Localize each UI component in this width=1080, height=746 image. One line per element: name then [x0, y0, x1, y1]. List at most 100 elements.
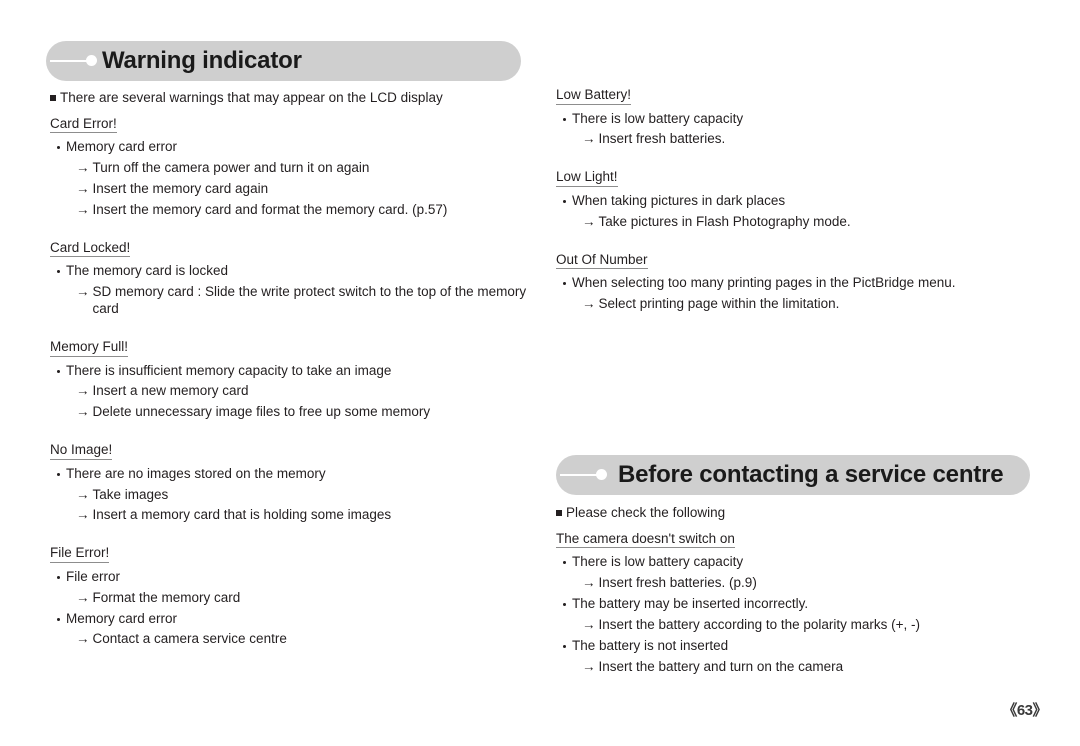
warning-heading: Memory Full! — [50, 340, 129, 357]
arrow-icon: → — [582, 658, 596, 674]
list-item: File error — [57, 569, 550, 586]
warning-heading: Card Error! — [50, 117, 117, 134]
manual-page: Warning indicator There are several warn… — [0, 0, 1080, 746]
list-item-text: Format the memory card — [92, 589, 241, 605]
list-item-text: There is low battery capacity — [572, 554, 744, 570]
arrow-icon: → — [582, 213, 596, 229]
list-item: → Insert the memory card and format the … — [76, 202, 550, 219]
dot-bullet-icon — [563, 603, 566, 607]
service-heading: The camera doesn't switch on — [556, 532, 735, 549]
warning-heading: Card Locked! — [50, 241, 131, 258]
list-item-text: Insert the memory card again — [92, 181, 269, 197]
list-item: The battery is not inserted — [563, 638, 1046, 655]
list-item-text: The memory card is locked — [66, 263, 229, 279]
list-item: → Insert fresh batteries. (p.9) — [582, 575, 1046, 592]
dot-bullet-icon — [563, 644, 566, 648]
arrow-icon: → — [582, 617, 596, 632]
page-number: 《63》 — [1002, 702, 1047, 719]
list-item: Memory card error — [57, 139, 550, 156]
intro-text: There are several warnings that may appe… — [60, 90, 443, 105]
warning-group-no-image: No Image! There are no images stored on … — [50, 443, 550, 524]
list-item-text: SD memory card : Slide the write protect… — [92, 284, 527, 317]
list-item-text: Memory card error — [66, 139, 178, 155]
list-item: → Select printing page within the limita… — [582, 296, 1046, 313]
list-item-text: Select printing page within the limitati… — [598, 295, 840, 311]
dot-bullet-icon — [563, 117, 566, 121]
list-item: The memory card is locked — [57, 263, 550, 280]
list-item-text: Contact a camera service centre — [92, 631, 287, 647]
arrow-icon: → — [76, 631, 90, 647]
arrow-icon: → — [76, 181, 90, 197]
list-item-text: Insert fresh batteries. — [598, 131, 726, 147]
banner-knob-icon — [596, 469, 607, 480]
list-item-text: There is insufficient memory capacity to… — [66, 362, 392, 378]
list-item-text: When taking pictures in dark places — [572, 192, 786, 208]
list-item: The battery may be inserted incorrectly. — [563, 596, 1046, 613]
list-item: → Insert the battery according to the po… — [582, 617, 1046, 634]
dot-bullet-icon — [57, 575, 60, 579]
list-item: There are no images stored on the memory — [57, 466, 550, 483]
section-banner-warning-indicator: Warning indicator — [46, 41, 521, 81]
dot-bullet-icon — [563, 561, 566, 565]
list-item-text: There is low battery capacity — [572, 110, 744, 126]
list-item: → Format the memory card — [76, 590, 550, 607]
warning-group-out-of-number: Out Of Number When selecting too many pr… — [556, 252, 1046, 313]
warning-group-low-battery: Low Battery! There is low battery capaci… — [556, 88, 1046, 148]
service-centre-column: Please check the following The camera do… — [556, 505, 1046, 680]
intro-text: Please check the following — [566, 505, 726, 520]
right-column-warnings: Low Battery! There is low battery capaci… — [556, 88, 1046, 317]
list-item: → Turn off the camera power and turn it … — [76, 160, 550, 177]
list-item-text: Delete unnecessary image files to free u… — [92, 404, 431, 420]
section-banner-before-contacting-service-centre: Before contacting a service centre — [556, 455, 1030, 495]
list-item-text: Insert the battery and turn on the camer… — [598, 658, 844, 674]
list-item: → Insert the battery and turn on the cam… — [582, 659, 1046, 676]
arrow-icon: → — [76, 404, 90, 420]
banner-lead-ornament — [46, 41, 102, 81]
list-item-text: Insert fresh batteries. (p.9) — [598, 575, 757, 591]
list-item: → Insert a memory card that is holding s… — [76, 507, 550, 524]
dot-bullet-icon — [563, 282, 566, 285]
arrow-icon: → — [76, 383, 90, 399]
service-group-camera-doesnt-switch-on: The camera doesn't switch on There is lo… — [556, 532, 1046, 676]
warning-group-card-error: Card Error! Memory card error → Turn off… — [50, 117, 550, 219]
list-item: There is low battery capacity — [563, 554, 1046, 571]
banner-knob-icon — [86, 55, 97, 66]
list-item: There is insufficient memory capacity to… — [57, 363, 550, 380]
list-item-text: Insert a new memory card — [92, 383, 249, 399]
warning-heading: File Error! — [50, 546, 110, 563]
arrow-icon: → — [76, 202, 90, 217]
list-item: Memory card error — [57, 611, 550, 628]
banner-lead-ornament — [556, 455, 612, 495]
square-bullet-icon — [50, 95, 56, 101]
list-item: When taking pictures in dark places — [563, 193, 1046, 210]
intro-line-service: Please check the following — [556, 505, 1046, 522]
list-item-text: The battery is not inserted — [572, 637, 729, 653]
arrow-icon: → — [76, 486, 90, 502]
list-item-text: There are no images stored on the memory — [66, 465, 326, 481]
list-item: → Insert fresh batteries. — [582, 131, 1046, 148]
list-item-text: Insert the battery according to the pola… — [598, 617, 921, 632]
warning-heading: Out Of Number — [556, 252, 648, 269]
section-title-before-contacting-service-centre: Before contacting a service centre — [618, 461, 1004, 488]
dot-bullet-icon — [563, 199, 566, 203]
dot-bullet-icon — [57, 369, 60, 373]
warning-group-card-locked: Card Locked! The memory card is locked →… — [50, 241, 550, 318]
arrow-icon: → — [76, 160, 90, 176]
list-item-text: When selecting too many printing pages i… — [572, 275, 956, 290]
dot-bullet-icon — [57, 617, 60, 621]
warning-heading: Low Battery! — [556, 88, 632, 105]
warning-group-low-light: Low Light! When taking pictures in dark … — [556, 170, 1046, 230]
arrow-icon: → — [582, 295, 596, 311]
list-item-text: Take pictures in Flash Photography mode. — [598, 213, 851, 229]
list-item: → Contact a camera service centre — [76, 631, 550, 648]
list-item-text: Turn off the camera power and turn it on… — [92, 160, 370, 176]
list-item: When selecting too many printing pages i… — [563, 275, 1046, 292]
warning-heading: No Image! — [50, 443, 113, 460]
list-item-text: Insert a memory card that is holding som… — [92, 507, 392, 523]
list-item: → Insert a new memory card — [76, 383, 550, 400]
list-item: → Take images — [76, 487, 550, 504]
left-column: There are several warnings that may appe… — [50, 90, 550, 652]
list-item-text: Take images — [92, 486, 169, 502]
list-item: → Insert the memory card again — [76, 181, 550, 198]
list-item-text: Insert the memory card and format the me… — [92, 202, 448, 217]
